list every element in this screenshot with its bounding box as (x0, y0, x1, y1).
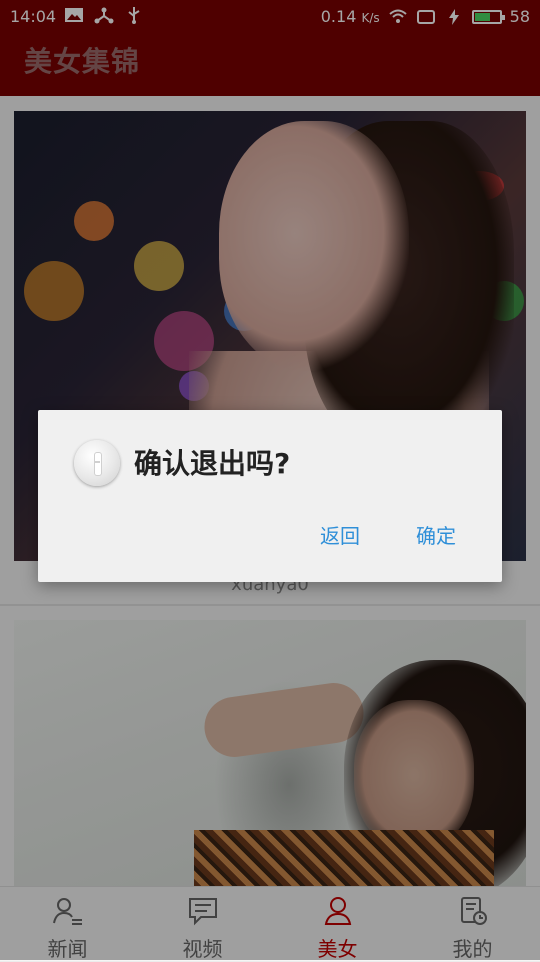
alert-icon (74, 440, 120, 486)
confirm-button[interactable]: 确定 (416, 520, 456, 549)
exit-confirm-dialog: 确认退出吗? 返回 确定 (38, 410, 502, 582)
dialog-title: 确认退出吗? (134, 447, 291, 480)
back-button[interactable]: 返回 (320, 520, 360, 549)
